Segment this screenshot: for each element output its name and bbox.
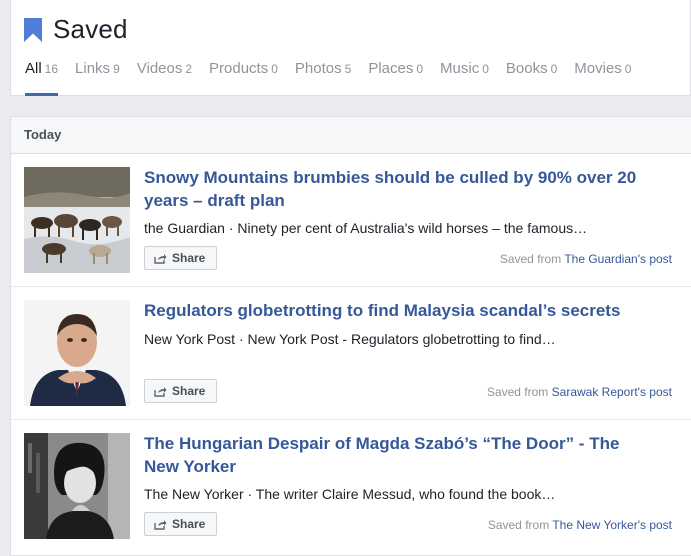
tab-label: Places: [368, 60, 414, 77]
page-title: Saved: [53, 13, 128, 44]
tab-photos[interactable]: Photos 5: [295, 60, 351, 96]
tab-count: 0: [550, 62, 558, 76]
woman-portrait-image: [24, 433, 130, 539]
item-description: The New Yorker · The writer Claire Messu…: [144, 486, 556, 502]
tab-count: 0: [271, 62, 278, 76]
saved-from-prefix: Saved from: [487, 518, 553, 532]
tab-label: Products: [209, 60, 269, 77]
tab-count: 2: [185, 62, 193, 76]
share-button[interactable]: Share: [144, 379, 217, 403]
tab-places[interactable]: Places 0: [368, 60, 423, 96]
tab-label: Links: [75, 60, 111, 77]
item-thumbnail[interactable]: [24, 300, 130, 406]
tab-videos[interactable]: Videos 2: [137, 60, 192, 96]
tab-products[interactable]: Products 0: [209, 60, 278, 96]
item-thumbnail[interactable]: [24, 433, 130, 539]
tab-count: 16: [44, 62, 59, 76]
tab-movies[interactable]: Movies 0: [574, 60, 631, 96]
saved-from: Saved from The New Yorker's post: [488, 518, 672, 532]
tab-label: All: [25, 60, 42, 77]
list-item: The Hungarian Despair of Magda Szabó’s “…: [11, 420, 691, 553]
tab-label: Movies: [574, 60, 622, 77]
item-title-link[interactable]: The Hungarian Despair of Magda Szabó’s “…: [144, 432, 644, 478]
saved-source-link[interactable]: The Guardian's post: [564, 252, 672, 266]
item-thumbnail[interactable]: [24, 167, 130, 273]
tab-label: Videos: [136, 60, 183, 77]
item-title-link[interactable]: Snowy Mountains brumbies should be culle…: [144, 166, 644, 212]
tab-all[interactable]: All 16: [25, 60, 59, 96]
share-button[interactable]: Share: [144, 246, 217, 270]
saved-header: Saved All 16 Links 9 Videos 2 Products 0 Pho…: [10, 0, 691, 96]
horses-image: [24, 167, 130, 273]
tab-count: 0: [624, 62, 632, 76]
share-icon: [154, 519, 167, 530]
share-icon: [154, 386, 167, 397]
share-button[interactable]: Share: [144, 512, 217, 536]
tab-label: Books: [505, 60, 548, 77]
list-item: Snowy Mountains brumbies should be culle…: [11, 154, 691, 287]
share-label: Share: [172, 517, 206, 531]
tab-books[interactable]: Books 0: [506, 60, 557, 96]
saved-from: Saved from Sarawak Report's post: [487, 385, 672, 399]
share-label: Share: [172, 384, 206, 398]
man-portrait-image: [24, 300, 130, 406]
bookmark-icon: [24, 18, 42, 42]
title-row: Saved: [24, 12, 128, 46]
tab-links[interactable]: Links 9: [75, 60, 120, 96]
item-description: New York Post · New York Post - Regulato…: [144, 331, 556, 347]
share-label: Share: [172, 251, 206, 265]
tab-count: 9: [113, 62, 120, 76]
item-description: the Guardian · Ninety per cent of Austra…: [144, 220, 588, 236]
tab-count: 0: [482, 62, 489, 76]
saved-from-prefix: Saved from: [499, 252, 565, 266]
section-heading: Today: [11, 117, 691, 154]
saved-from-prefix: Saved from: [486, 385, 552, 399]
tab-count: 5: [344, 62, 352, 76]
saved-source-link[interactable]: Sarawak Report's post: [552, 385, 672, 399]
share-icon: [154, 253, 167, 264]
tab-label: Music: [440, 60, 480, 77]
saved-from: Saved from The Guardian's post: [500, 252, 672, 266]
tab-music[interactable]: Music 0: [440, 60, 489, 96]
filter-tabs: All 16 Links 9 Videos 2 Products 0 Photos 5 P…: [25, 60, 648, 96]
tab-count: 0: [416, 62, 424, 76]
tab-label: Photos: [294, 60, 342, 77]
saved-items-card: Today Snowy Mountains brumbies should be…: [10, 116, 691, 556]
item-title-link[interactable]: Regulators globetrotting to find Malaysi…: [144, 299, 644, 322]
list-item: Regulators globetrotting to find Malaysi…: [11, 287, 691, 420]
saved-source-link[interactable]: The New Yorker's post: [552, 518, 672, 532]
